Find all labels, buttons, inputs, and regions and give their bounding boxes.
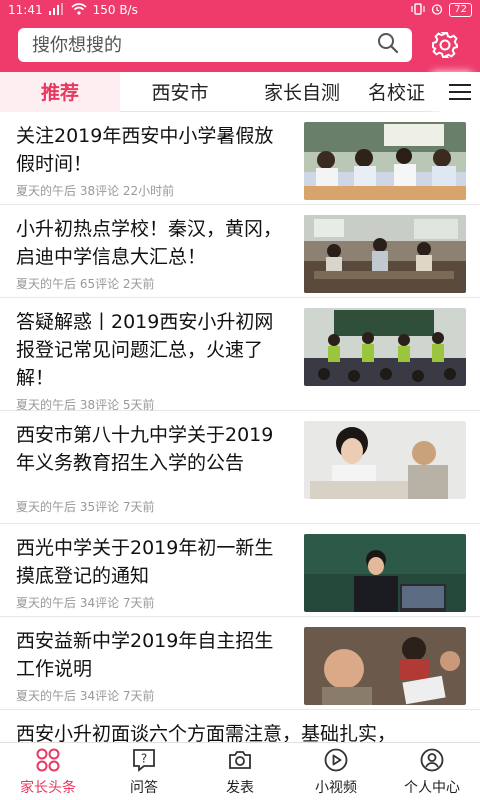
status-time: 11:41 [8, 3, 43, 17]
alarm-icon [431, 3, 443, 18]
news-item[interactable]: 西安市第八十九中学关于2019年义务教育招生入学的公告 夏天的午后 35评论 7… [0, 411, 480, 524]
news-title: 关注2019年西安中小学暑假放假时间！ [16, 125, 274, 175]
search-icon[interactable] [376, 31, 400, 59]
news-meta: 夏天的午后 65评论 2天前 [16, 277, 155, 291]
student-thinking-photo [304, 421, 466, 499]
nav-label: 家长头条 [20, 779, 76, 796]
wifi-icon [71, 2, 87, 18]
news-meta: 夏天的午后 34评论 7天前 [16, 689, 155, 703]
person-icon [420, 748, 444, 771]
nav-label: 问答 [130, 779, 158, 796]
search-input[interactable] [32, 34, 352, 56]
question-icon: ? [133, 748, 155, 772]
teacher-laptop-photo [304, 534, 466, 612]
news-item[interactable]: 小升初热点学校！秦汉，黄冈，启迪中学信息大汇总！ 夏天的午后 65评论 2天前 [0, 205, 480, 298]
vibrate-icon [411, 2, 425, 18]
nav-parent-headlines[interactable]: 家长头条 [0, 743, 96, 800]
bottom-nav: 家长头条 ? 问答 发表 小视频 个人中心 [0, 742, 480, 800]
settings-button[interactable] [428, 28, 462, 62]
network-speed: 150 B/s [92, 3, 138, 17]
nav-label: 发表 [226, 779, 254, 796]
children-crying-photo [304, 627, 466, 705]
tab-famous-school[interactable]: 名校证 [364, 72, 444, 112]
search-box[interactable] [18, 28, 412, 62]
grid-icon [36, 748, 60, 771]
signal-icon [48, 2, 65, 18]
news-title: 西光中学关于2019年初一新生摸底登记的通知 [16, 537, 274, 587]
nav-qa[interactable]: ? 问答 [96, 743, 192, 800]
camera-icon [229, 750, 251, 769]
news-title: 西安市第八十九中学关于2019年义务教育招生入学的公告 [16, 424, 274, 474]
news-item[interactable]: 西安小升初面谈六个方面需注意，基础扎实， [0, 710, 480, 742]
news-item[interactable]: 西安益新中学2019年自主招生工作说明 夏天的午后 34评论 7天前 [0, 617, 480, 710]
play-icon [324, 748, 348, 771]
news-meta: 夏天的午后 38评论 5天前 [16, 398, 155, 412]
news-item[interactable]: 关注2019年西安中小学暑假放假时间！ 夏天的午后 38评论 22小时前 [0, 112, 480, 205]
news-meta: 夏天的午后 38评论 22小时前 [16, 184, 175, 198]
news-title: 小升初热点学校！秦汉，黄冈，启迪中学信息大汇总！ [16, 218, 283, 268]
classroom-volunteers-photo [304, 308, 466, 386]
gear-icon [432, 32, 458, 58]
svg-text:?: ? [141, 751, 147, 765]
search-row [0, 20, 480, 62]
tab-recommend[interactable]: 推荐 [0, 71, 120, 112]
tab-xian[interactable]: 西安市 [120, 72, 240, 112]
news-meta: 夏天的午后 34评论 7天前 [16, 596, 155, 610]
school-lab-photo [304, 215, 466, 293]
news-title: 西安益新中学2019年自主招生工作说明 [16, 630, 274, 680]
tabs-menu-button[interactable] [440, 72, 480, 112]
battery-indicator: 72 [449, 3, 472, 17]
nav-profile[interactable]: 个人中心 [384, 743, 480, 800]
news-meta: 夏天的午后 35评论 7天前 [16, 500, 155, 514]
nav-short-video[interactable]: 小视频 [288, 743, 384, 800]
classroom-students-photo [304, 122, 466, 200]
top-bar: 11:41 150 B/s 72 [0, 0, 480, 72]
hamburger-icon [449, 84, 471, 100]
news-title: 答疑解惑丨2019西安小升初网报登记常见问题汇总，火速了解！ [16, 311, 274, 389]
news-item[interactable]: 西光中学关于2019年初一新生摸底登记的通知 夏天的午后 34评论 7天前 [0, 524, 480, 617]
app: 11:41 150 B/s 72 搜你想搜的 推荐 西安市 家长自测 名校证 关… [0, 0, 480, 800]
nav-label: 小视频 [315, 779, 357, 796]
nav-label: 个人中心 [404, 779, 460, 796]
news-item[interactable]: 答疑解惑丨2019西安小升初网报登记常见问题汇总，火速了解！ 夏天的午后 38评… [0, 298, 480, 412]
news-title: 西安小升初面谈六个方面需注意，基础扎实， [16, 723, 397, 742]
status-bar: 11:41 150 B/s 72 [0, 0, 480, 20]
news-feed: 关注2019年西安中小学暑假放假时间！ 夏天的午后 38评论 22小时前 小升初… [0, 112, 480, 742]
tab-parent-test[interactable]: 家长自测 [240, 72, 364, 112]
nav-publish[interactable]: 发表 [192, 743, 288, 800]
category-tabs: 推荐 西安市 家长自测 名校证 [0, 71, 480, 112]
